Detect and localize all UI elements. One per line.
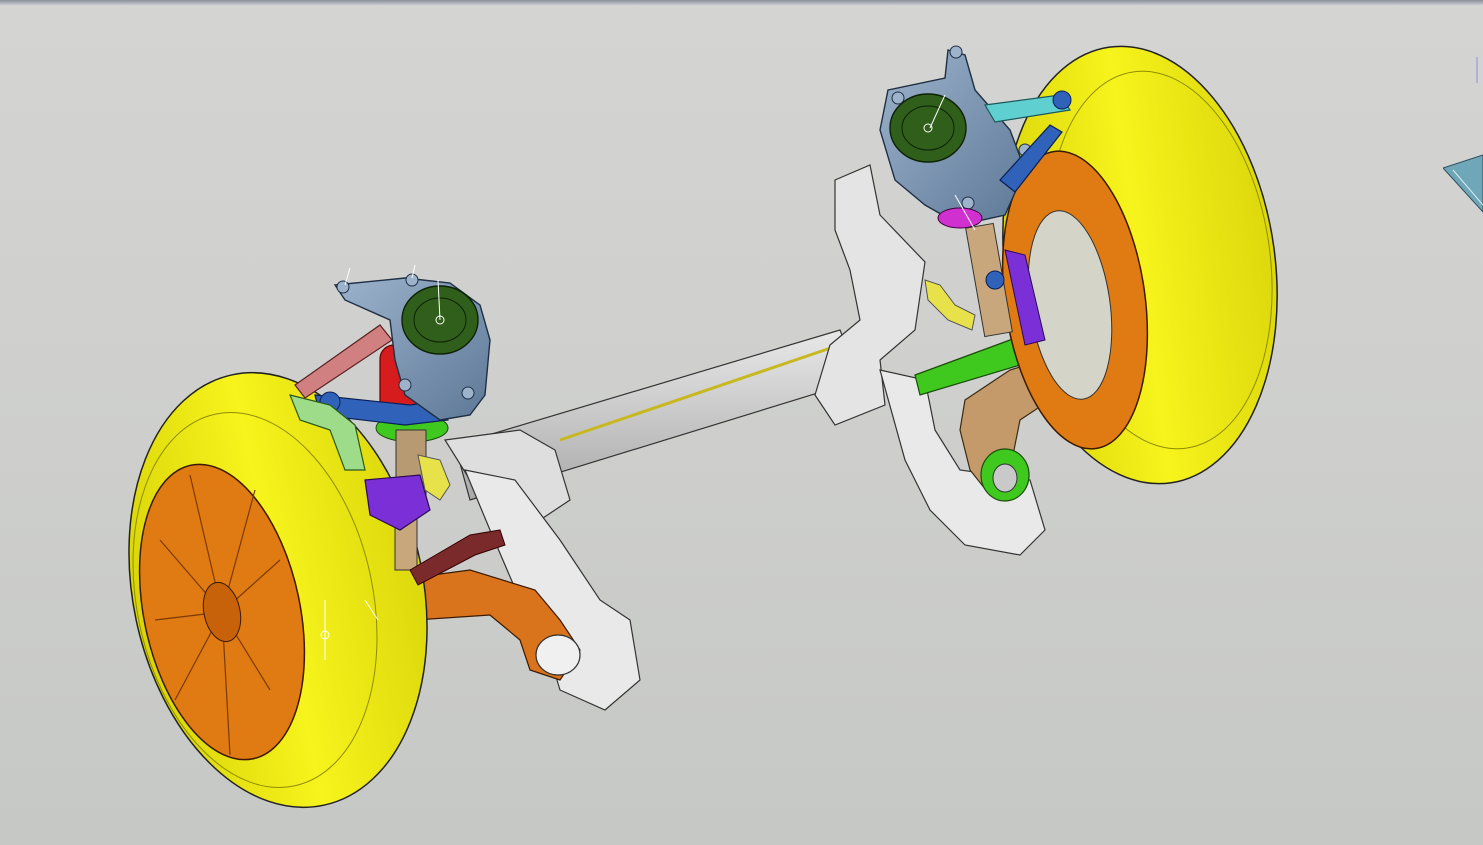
left-upper-link-pink[interactable]: [294, 324, 393, 399]
stabilizer-link[interactable]: [924, 279, 976, 331]
suspension-assembly-model[interactable]: [0, 0, 1483, 845]
rear-subframe[interactable]: [443, 164, 926, 521]
compass-icon[interactable]: [1443, 150, 1483, 220]
viewport-edge-marker: [1476, 57, 1478, 83]
right-strut-mount[interactable]: [879, 45, 1032, 226]
right-top-mount-bushing: [889, 93, 967, 163]
